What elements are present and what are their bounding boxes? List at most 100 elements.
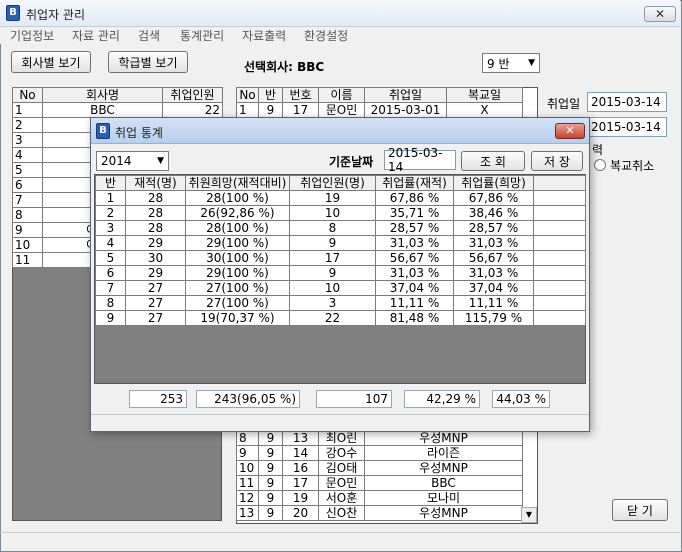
return-date-field[interactable]: 2015-03-14 [587, 117, 667, 137]
table-row[interactable]: 8 9 13 최O린 우성MNP [236, 430, 523, 446]
table-row[interactable]: 1 BBC 22 [12, 102, 223, 118]
employ-date-field[interactable]: 2015-03-14 [587, 92, 667, 112]
table-cell: 11,11 % [453, 295, 534, 311]
column-header: 반 [258, 87, 283, 103]
table-cell: 3 [289, 295, 376, 311]
column-header: 재적(명) [125, 175, 186, 191]
table-cell: 81,48 % [375, 310, 454, 326]
radio-icon[interactable] [594, 159, 606, 171]
table-cell: 30(100 %) [185, 250, 290, 266]
column-header: 취업률(재적) [375, 175, 454, 191]
table-cell: 12 [236, 490, 259, 506]
table-cell: 김O태 [318, 460, 365, 476]
table-cell: 6 [12, 177, 43, 193]
scroll-down-icon[interactable]: ▼ [521, 507, 537, 523]
total-hope: 243(96,05 %) [196, 390, 300, 408]
table-cell: 9 [289, 265, 376, 281]
table-header: 반 재적(명) 취원희망(재적대비) 취업인원(명) 취업률(재적) 취업률(희망) [95, 175, 586, 191]
query-button[interactable]: 조 회 [461, 151, 525, 171]
chevron-down-icon: ▼ [528, 58, 535, 68]
table-row[interactable]: 4 29 29(100 %) 9 31,03 % 31,03 % [95, 235, 586, 251]
table-cell: 최O린 [318, 430, 365, 446]
table-cell: 37,04 % [375, 280, 454, 296]
menu-settings[interactable]: 환경설정 [304, 27, 348, 44]
table-cell: 31,03 % [453, 265, 534, 281]
table-cell: 11 [12, 252, 43, 268]
table-row[interactable]: 5 30 30(100 %) 17 56,67 % 56,67 % [95, 250, 586, 266]
close-icon[interactable]: ✕ [644, 6, 676, 22]
table-cell: 27(100 %) [185, 280, 290, 296]
column-header: 취원희망(재적대비) [185, 175, 290, 191]
table-row[interactable]: 9 27 19(70,37 %) 22 81,48 % 115,79 % [95, 310, 586, 326]
grade-view-button[interactable]: 학급별 보기 [108, 51, 188, 73]
empty-cell [533, 190, 586, 206]
menu-data-manage[interactable]: 자료 관리 [72, 27, 120, 44]
class-select[interactable]: 9 반 ▼ [482, 53, 540, 73]
column-header: 반 [95, 175, 126, 191]
table-cell: 31,03 % [453, 235, 534, 251]
table-cell: 31,03 % [375, 235, 454, 251]
menu-print[interactable]: 자료출력 [242, 27, 286, 44]
table-row[interactable]: 12 9 19 서O훈 모나미 [236, 490, 523, 506]
table-cell: X [446, 102, 523, 118]
stats-dialog: B 취업 통계 ✕ 2014 ▼ 기준날짜 2015-03-14 조 회 저 장… [90, 117, 590, 432]
table-cell: 9 [258, 490, 283, 506]
table-cell: 문O민 [318, 102, 365, 118]
table-cell: 28 [125, 205, 186, 221]
table-cell: 8 [236, 430, 259, 446]
student-table-bottom: 8 9 13 최O린 우성MNP 9 9 14 강O수 라이즌 10 9 16 김O태 우성MNP 11 9 17… [236, 430, 523, 521]
company-view-button[interactable]: 회사별 보기 [11, 51, 91, 73]
table-cell: 29(100 %) [185, 235, 290, 251]
year-select-value: 2014 [101, 154, 132, 168]
table-row[interactable]: 3 28 28(100 %) 8 28,57 % 28,57 % [95, 220, 586, 236]
table-cell: 16 [282, 460, 319, 476]
table-cell: 67,86 % [375, 190, 454, 206]
table-cell: 5 [12, 162, 43, 178]
close-button[interactable]: 닫 기 [612, 499, 668, 521]
column-header: 취업률(희망) [453, 175, 534, 191]
table-row[interactable]: 8 27 27(100 %) 3 11,11 % 11,11 % [95, 295, 586, 311]
table-cell: 모나미 [364, 490, 523, 506]
table-cell: 29(100 %) [185, 265, 290, 281]
table-row[interactable]: 6 29 29(100 %) 9 31,03 % 31,03 % [95, 265, 586, 281]
table-cell: 3 [95, 220, 126, 236]
table-row[interactable]: 7 27 27(100 %) 10 37,04 % 37,04 % [95, 280, 586, 296]
table-row[interactable]: 11 9 17 문O민 BBC [236, 475, 523, 491]
table-cell: 6 [95, 265, 126, 281]
main-titlebar: B 취업자 관리 ✕ [0, 0, 680, 27]
menu-search[interactable]: 검색 [138, 27, 160, 44]
table-cell: 9 [258, 505, 283, 521]
empty-cell [533, 310, 586, 326]
table-cell: 29 [125, 235, 186, 251]
dialog-title: 취업 통계 [115, 126, 163, 140]
table-cell: 115,79 % [453, 310, 534, 326]
table-cell: 17 [282, 102, 319, 118]
column-header: 이름 [318, 87, 365, 103]
table-cell: 라이즌 [364, 445, 523, 461]
table-cell: 4 [95, 235, 126, 251]
table-row[interactable]: 9 9 14 강O수 라이즌 [236, 445, 523, 461]
table-cell: 5 [95, 250, 126, 266]
table-row[interactable]: 10 9 16 김O태 우성MNP [236, 460, 523, 476]
menu-company-info[interactable]: 기업정보 [10, 27, 54, 44]
table-row[interactable]: 13 9 20 신O찬 우성MNP [236, 505, 523, 521]
table-cell: 28(100 %) [185, 190, 290, 206]
table-row[interactable]: 2 28 26(92,86 %) 10 35,71 % 38,46 % [95, 205, 586, 221]
table-cell: 37,04 % [453, 280, 534, 296]
table-cell: 14 [282, 445, 319, 461]
base-date-field[interactable]: 2015-03-14 [384, 146, 456, 174]
total-enrolled: 253 [129, 390, 187, 408]
year-select[interactable]: 2014 ▼ [96, 151, 169, 171]
table-cell: 28 [125, 190, 186, 206]
empty-cell [533, 235, 586, 251]
table-row[interactable]: 1 9 17 문O민 2015-03-01 X [236, 102, 523, 118]
save-button[interactable]: 저 장 [531, 151, 583, 171]
menu-stats[interactable]: 통계관리 [180, 27, 224, 44]
empty-cell [533, 280, 586, 296]
dialog-close-icon[interactable]: ✕ [555, 123, 585, 139]
table-cell: 28 [125, 220, 186, 236]
table-cell: 27 [125, 310, 186, 326]
table-row[interactable]: 1 28 28(100 %) 19 67,86 % 67,86 % [95, 190, 586, 206]
table-cell: 19(70,37 %) [185, 310, 290, 326]
empty-cell [533, 295, 586, 311]
